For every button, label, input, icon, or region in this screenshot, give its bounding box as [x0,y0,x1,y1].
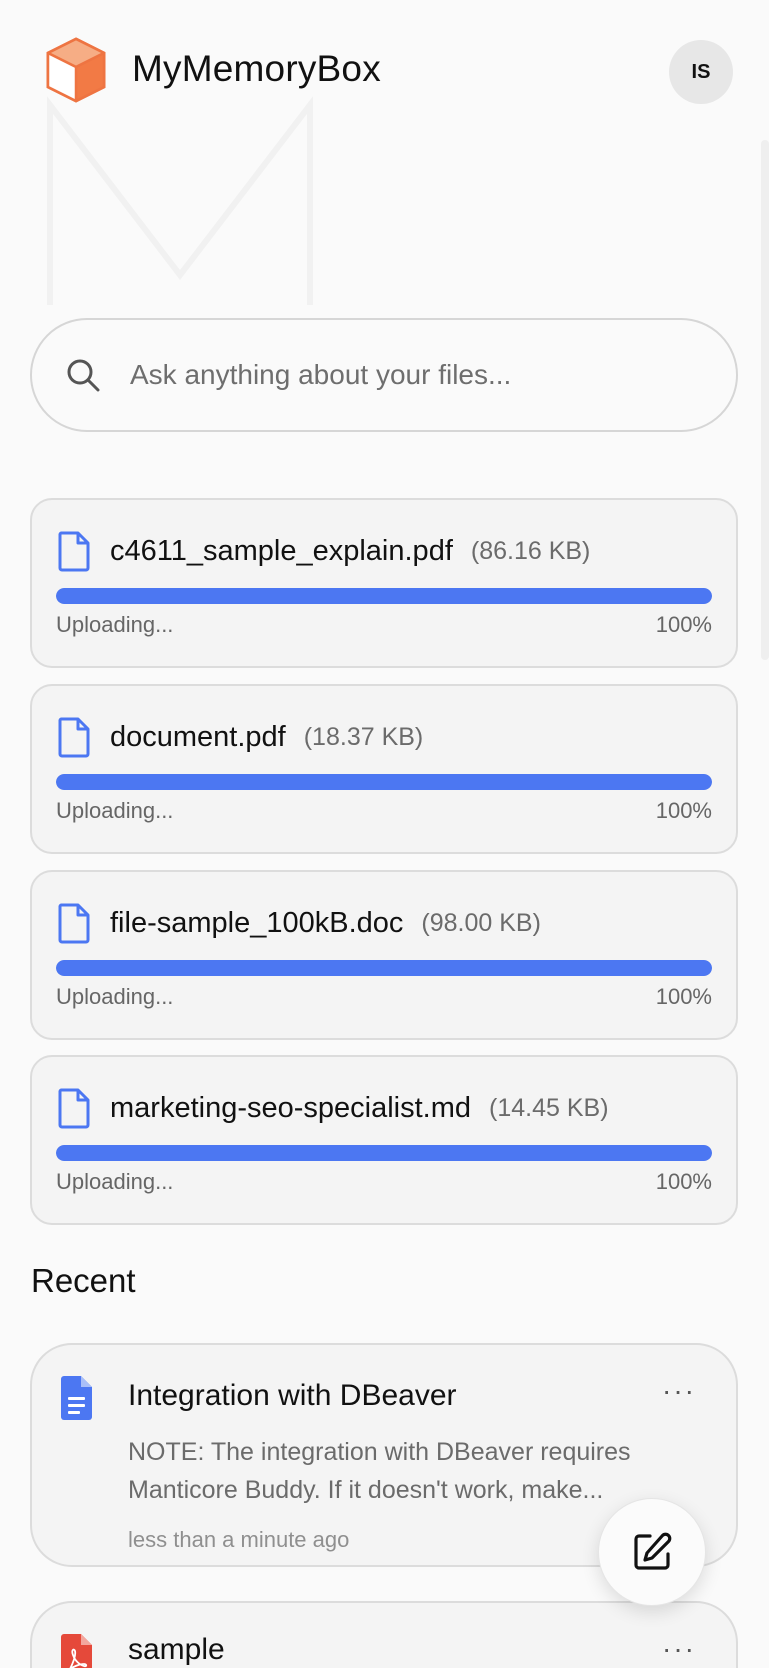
file-name: document.pdf [110,720,286,753]
search-bar[interactable] [30,318,738,432]
file-name: c4611_sample_explain.pdf [110,534,453,567]
upload-status: Uploading... [56,612,174,637]
upload-card: file-sample_100kB.doc (98.00 KB) Uploadi… [30,870,738,1040]
recent-item-title: Integration with DBeaver [128,1379,457,1412]
recent-item-time: less than a minute ago [128,1527,350,1552]
file-size: (18.37 KB) [303,722,424,751]
background-decoration [47,96,313,305]
file-name: file-sample_100kB.doc [110,906,404,939]
upload-status: Uploading... [56,798,174,823]
file-icon [58,531,90,572]
progress-bar [56,588,712,604]
section-title: Recent [31,1262,136,1299]
upload-status: Uploading... [56,1169,174,1194]
upload-percent: 100% [655,1169,712,1194]
file-icon [58,903,90,944]
upload-status: Uploading... [56,984,174,1009]
file-size: (14.45 KB) [489,1093,609,1122]
progress-fill [56,588,712,604]
progress-fill [56,960,712,976]
file-size: (86.16 KB) [470,536,591,565]
progress-fill [56,1145,712,1161]
header: MyMemoryBox IS [40,34,733,104]
app-title: MyMemoryBox [132,48,381,89]
upload-percent: 100% [655,798,712,823]
file-size: (98.00 KB) [421,908,541,937]
upload-percent: 100% [655,984,712,1009]
description-line: Manticore Buddy. If it doesn't work, mak… [128,1476,604,1504]
avatar[interactable]: IS [669,40,733,104]
box-icon [46,37,106,103]
search-input[interactable] [130,359,690,391]
progress-bar [56,960,712,976]
edit-icon [634,1532,672,1570]
search-icon [67,359,100,392]
recent-item-description: NOTE: The integration with DBeaver requi… [128,1433,688,1509]
description-line: NOTE: The integration with DBeaver requi… [128,1438,631,1466]
progress-bar [56,1145,712,1161]
scrollbar[interactable] [761,140,769,660]
more-options-button[interactable]: ··· [662,1635,696,1663]
upload-card: document.pdf (18.37 KB) Uploading... 100… [30,684,738,854]
new-note-button[interactable] [598,1498,706,1606]
page: MyMemoryBox IS c4611_sample_explain.pdf … [0,0,769,1668]
doc-icon [61,1376,92,1420]
upload-card: marketing-seo-specialist.md (14.45 KB) U… [30,1055,738,1225]
file-name: marketing-seo-specialist.md [110,1091,472,1124]
progress-bar [56,774,712,790]
pdf-icon [61,1634,92,1668]
more-options-button[interactable]: ··· [662,1377,696,1405]
recent-item[interactable]: sample ··· [30,1601,738,1668]
progress-fill [56,774,712,790]
upload-card: c4611_sample_explain.pdf (86.16 KB) Uplo… [30,498,738,668]
file-icon [58,717,90,758]
upload-percent: 100% [655,612,712,637]
file-icon [58,1088,90,1129]
recent-item-title: sample [128,1633,225,1666]
